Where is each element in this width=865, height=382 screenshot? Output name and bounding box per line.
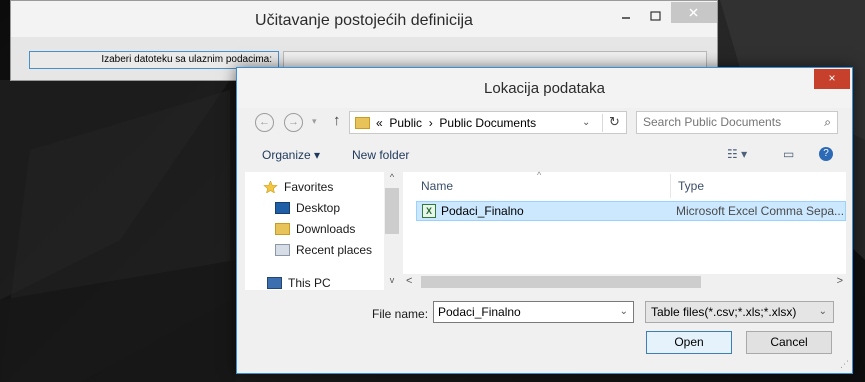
dialog-title: Lokacija podataka [484, 80, 605, 97]
file-type-dropdown-icon[interactable]: ⌄ [819, 306, 827, 317]
nav-favorites[interactable]: Favorites [263, 180, 333, 194]
command-bar: Organize ▾ New folder ☷ ▾ ▭ ? [237, 140, 852, 170]
hscrollbar-thumb[interactable] [421, 276, 701, 288]
file-name-input[interactable] [438, 305, 608, 319]
navigation-pane: Favorites Desktop Downloads Recent place… [245, 172, 400, 290]
minimize-icon[interactable] [613, 7, 639, 27]
desktop-icon [275, 202, 290, 214]
scroll-down-icon[interactable]: v [384, 275, 400, 290]
breadcrumb-overflow[interactable]: « [376, 116, 383, 130]
file-type-select[interactable]: Table files(*.csv;*.xls;*.xlsx) ⌄ [645, 301, 834, 323]
organize-menu[interactable]: Organize ▾ [262, 148, 320, 162]
file-list-hscrollbar[interactable]: < > [403, 274, 846, 290]
close-button[interactable] [671, 2, 717, 23]
help-icon[interactable]: ? [819, 147, 833, 161]
sort-ascending-icon: ^ [537, 170, 542, 180]
nav-favorites-label: Favorites [284, 180, 334, 194]
excel-csv-icon: X [422, 204, 436, 218]
file-name-dropdown-icon[interactable]: ⌄ [620, 306, 628, 317]
search-icon[interactable]: ⌕ [824, 115, 831, 130]
address-dropdown-icon[interactable]: ⌄ [582, 117, 590, 128]
preview-pane-icon[interactable]: ▭ [783, 147, 794, 161]
file-row-podaci-finalno[interactable]: X Podaci_Finalno Microsoft Excel Comma S… [416, 201, 846, 221]
refresh-icon[interactable]: ↻ [602, 114, 626, 132]
window-titlebar[interactable]: Učitavanje postojećih definicija [11, 1, 717, 37]
scroll-up-icon[interactable]: ^ [384, 172, 400, 187]
navigation-bar: ← → ▾ ↑ « Public › Public Documents ⌄ ↻ … [237, 108, 852, 136]
scrollbar-thumb[interactable] [385, 188, 399, 234]
column-header-type[interactable]: Type [678, 179, 704, 193]
new-folder-button[interactable]: New folder [352, 148, 409, 162]
change-view-icon[interactable]: ☷ ▾ [727, 147, 747, 161]
recent-locations-dropdown-icon[interactable]: ▾ [312, 116, 317, 127]
maximize-icon[interactable] [643, 7, 669, 27]
file-list: Name ^ Type X Podaci_Finalno Microsoft E… [403, 170, 846, 290]
column-divider[interactable] [670, 174, 671, 198]
nav-downloads[interactable]: Downloads [275, 222, 355, 236]
back-arrow-icon: ← [259, 116, 270, 128]
file-name: Podaci_Finalno [441, 204, 524, 218]
search-box[interactable]: ⌕ [636, 111, 838, 134]
open-file-dialog: Lokacija podataka × ← → ▾ ↑ « Public › P… [236, 67, 853, 374]
forward-arrow-icon: → [288, 116, 299, 128]
file-type: Microsoft Excel Comma Sepa... [676, 204, 845, 218]
nav-this-pc[interactable]: This PC [267, 276, 331, 290]
nav-this-pc-label: This PC [288, 276, 331, 290]
recent-places-icon [275, 244, 290, 256]
close-icon: × [828, 71, 836, 85]
window-title: Učitavanje postojećih definicija [255, 12, 473, 29]
file-name-combobox[interactable]: ⌄ [433, 301, 634, 323]
file-name-label: File name: [372, 307, 429, 321]
up-folder-icon[interactable]: ↑ [333, 112, 341, 129]
nav-recent-places-label: Recent places [296, 243, 373, 257]
breadcrumb-separator-icon[interactable]: › [429, 116, 433, 130]
open-button[interactable]: Open [646, 331, 732, 354]
breadcrumb-public[interactable]: Public [389, 116, 422, 130]
nav-desktop[interactable]: Desktop [275, 201, 340, 215]
star-icon [263, 181, 278, 193]
close-icon [689, 8, 698, 17]
folder-icon [355, 117, 370, 129]
dialog-close-button[interactable]: × [814, 69, 850, 89]
dialog-titlebar[interactable]: Lokacija podataka × [237, 68, 852, 108]
scroll-left-icon[interactable]: < [406, 275, 412, 287]
cancel-button[interactable]: Cancel [746, 331, 832, 354]
nav-desktop-label: Desktop [296, 201, 341, 215]
resize-grip-icon[interactable]: ⋰ [840, 359, 849, 370]
breadcrumb: « Public › Public Documents [376, 116, 536, 130]
scroll-right-icon[interactable]: > [837, 275, 843, 287]
nav-pane-scrollbar[interactable]: ^ v [384, 172, 400, 290]
column-header-name[interactable]: Name [421, 179, 453, 193]
file-type-value: Table files(*.csv;*.xls;*.xlsx) [651, 305, 797, 319]
nav-downloads-label: Downloads [296, 222, 356, 236]
search-input[interactable] [643, 115, 808, 129]
address-bar[interactable]: « Public › Public Documents ⌄ ↻ [349, 111, 627, 134]
breadcrumb-public-documents[interactable]: Public Documents [439, 116, 536, 130]
nav-recent-places[interactable]: Recent places [275, 243, 372, 257]
back-button[interactable]: ← [255, 113, 274, 132]
computer-icon [267, 277, 282, 289]
forward-button[interactable]: → [284, 113, 303, 132]
downloads-folder-icon [275, 223, 290, 235]
